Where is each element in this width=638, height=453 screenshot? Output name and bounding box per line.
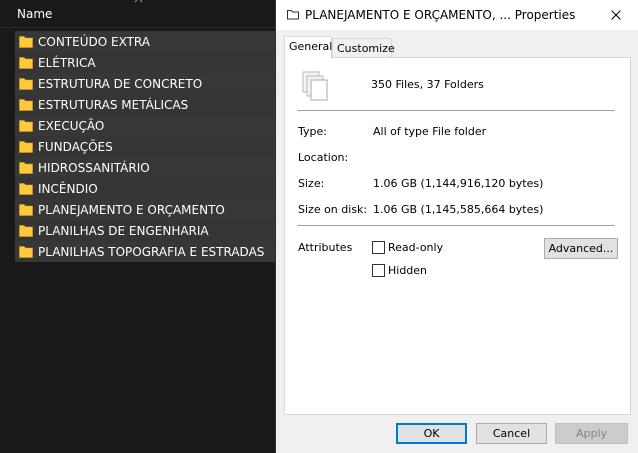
- readonly-checkbox[interactable]: [372, 241, 385, 254]
- list-item[interactable]: CONTEÚDO EXTRA: [15, 31, 276, 52]
- list-item[interactable]: ESTRUTURAS METÁLICAS: [15, 94, 276, 115]
- type-label: Type:: [298, 125, 327, 138]
- file-explorer: Name CONTEÚDO EXTRA ELÉTRICA ESTRUTURA DE …: [0, 0, 276, 453]
- folder-icon: [19, 57, 33, 69]
- folder-name[interactable]: CONTEÚDO EXTRA: [38, 35, 150, 49]
- size-value: 1.06 GB (1,144,916,120 bytes): [373, 177, 544, 190]
- readonly-label[interactable]: Read-only: [388, 241, 443, 254]
- close-button[interactable]: [593, 0, 638, 30]
- title-bar[interactable]: PLANEJAMENTO E ORÇAMENTO, ... Properties: [276, 0, 638, 30]
- type-value: All of type File folder: [373, 125, 487, 138]
- location-label: Location:: [298, 151, 349, 164]
- folder-icon: [19, 78, 33, 90]
- folder-name[interactable]: ELÉTRICA: [38, 56, 96, 70]
- hidden-checkbox[interactable]: [372, 264, 385, 277]
- apply-button[interactable]: Apply: [555, 423, 628, 444]
- column-header[interactable]: Name: [0, 0, 276, 28]
- attributes-label: Attributes: [298, 241, 353, 254]
- tab-customize[interactable]: Customize: [332, 38, 395, 58]
- multiple-files-icon: [302, 71, 328, 101]
- folder-icon: [19, 99, 33, 111]
- name-column-label[interactable]: Name: [17, 7, 52, 21]
- list-item[interactable]: ESTRUTURA DE CONCRETO: [15, 73, 276, 94]
- list-item[interactable]: ELÉTRICA: [15, 52, 276, 73]
- ok-button[interactable]: OK: [396, 423, 467, 444]
- close-icon: [611, 10, 621, 20]
- readonly-checkbox-row[interactable]: Read-only: [372, 241, 443, 254]
- folder-name[interactable]: PLANILHAS TOPOGRAFIA E ESTRADAS: [38, 245, 264, 259]
- list-item[interactable]: EXECUÇÃO: [15, 115, 276, 136]
- folder-name[interactable]: HIDROSSANITÁRIO: [38, 161, 150, 175]
- folder-icon: [19, 141, 33, 153]
- folder-name[interactable]: PLANEJAMENTO E ORÇAMENTO: [38, 203, 225, 217]
- list-item[interactable]: PLANILHAS DE ENGENHARIA: [15, 220, 276, 241]
- size-on-disk-value: 1.06 GB (1,145,585,664 bytes): [373, 203, 544, 216]
- folder-name[interactable]: PLANILHAS DE ENGENHARIA: [38, 224, 209, 238]
- folder-list: CONTEÚDO EXTRA ELÉTRICA ESTRUTURA DE CONCR…: [15, 31, 276, 262]
- file-folder-count: 350 Files, 37 Folders: [371, 78, 484, 91]
- list-item[interactable]: FUNDAÇÕES: [15, 136, 276, 157]
- folder-name[interactable]: ESTRUTURAS METÁLICAS: [38, 98, 188, 112]
- hidden-checkbox-row[interactable]: Hidden: [372, 264, 427, 277]
- size-label: Size:: [298, 177, 325, 190]
- advanced-button[interactable]: Advanced...: [544, 238, 618, 259]
- list-item[interactable]: HIDROSSANITÁRIO: [15, 157, 276, 178]
- folder-icon: [19, 204, 33, 216]
- folder-name[interactable]: EXECUÇÃO: [38, 119, 104, 133]
- folder-icon: [19, 183, 33, 195]
- folder-icon: [19, 120, 33, 132]
- cancel-button[interactable]: Cancel: [476, 423, 547, 444]
- sort-ascending-icon: [134, 0, 143, 3]
- hidden-label[interactable]: Hidden: [388, 264, 427, 277]
- general-tab-panel: 350 Files, 37 Folders Type: All of type …: [284, 57, 631, 415]
- folder-name[interactable]: INCÊNDIO: [38, 182, 98, 196]
- folder-name[interactable]: FUNDAÇÕES: [38, 140, 113, 154]
- size-on-disk-label: Size on disk:: [298, 203, 368, 216]
- folder-name[interactable]: ESTRUTURA DE CONCRETO: [38, 77, 202, 91]
- folder-icon: [19, 246, 33, 258]
- properties-dialog: PLANEJAMENTO E ORÇAMENTO, ... Properties…: [275, 0, 638, 453]
- list-item[interactable]: PLANILHAS TOPOGRAFIA E ESTRADAS: [15, 241, 276, 262]
- list-item[interactable]: INCÊNDIO: [15, 178, 276, 199]
- folder-icon: [19, 162, 33, 174]
- dialog-title: PLANEJAMENTO E ORÇAMENTO, ... Properties: [305, 8, 576, 22]
- folder-icon: [19, 225, 33, 237]
- separator: [297, 110, 615, 111]
- separator: [297, 225, 615, 226]
- tab-general[interactable]: General: [284, 36, 332, 59]
- folder-icon: [19, 36, 33, 48]
- list-item[interactable]: PLANEJAMENTO E ORÇAMENTO: [15, 199, 276, 220]
- folder-outline-icon: [287, 10, 299, 20]
